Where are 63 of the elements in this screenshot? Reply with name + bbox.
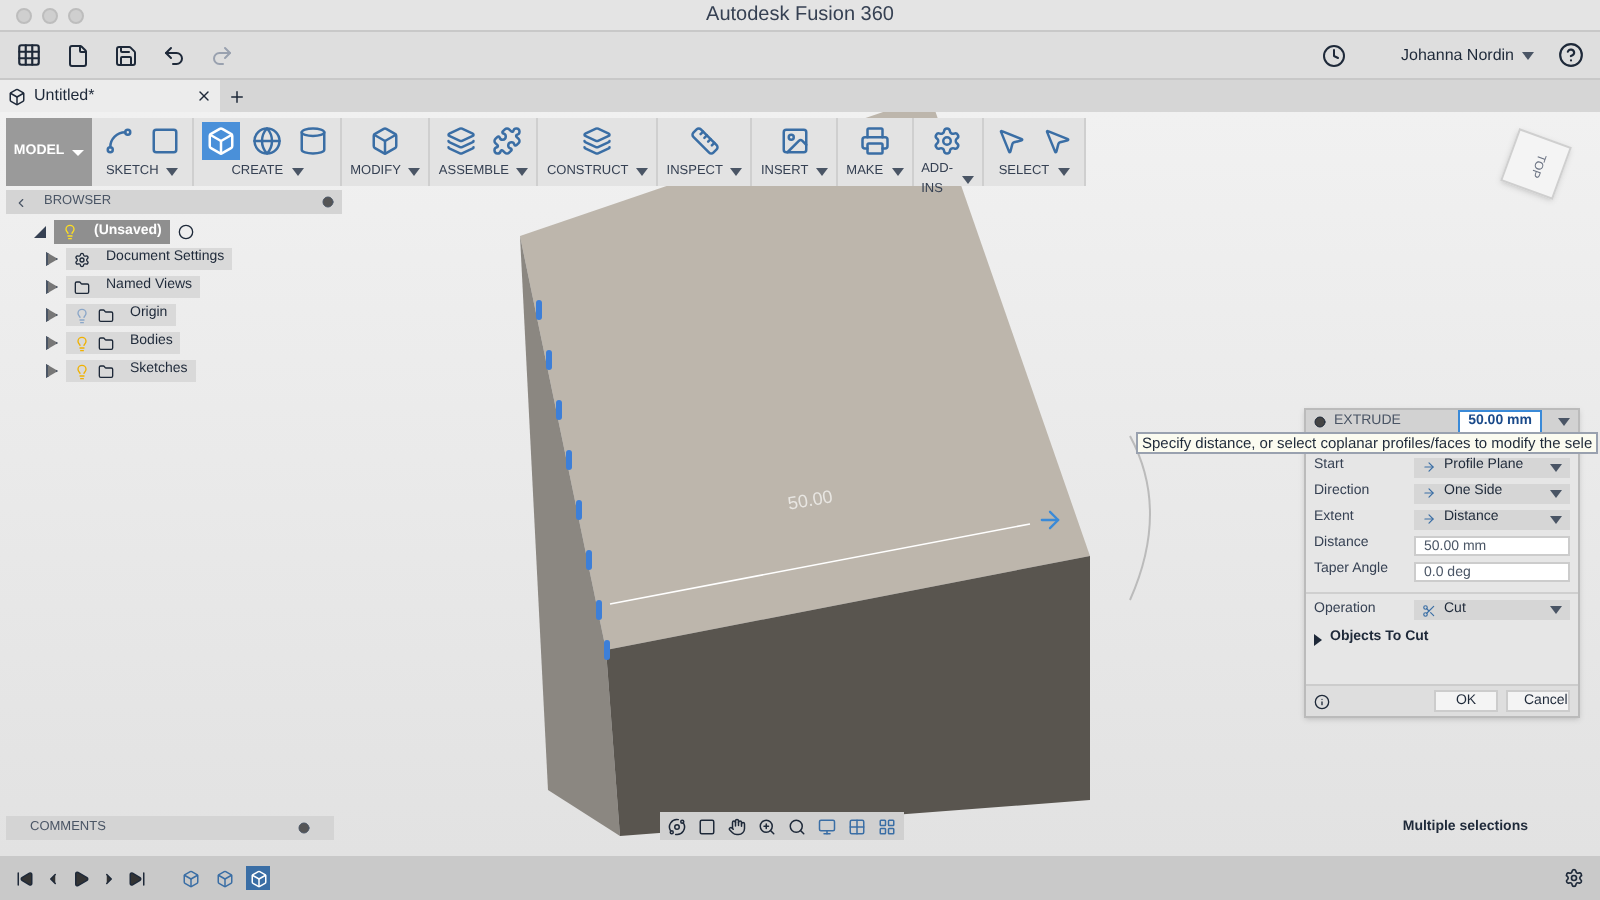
caret-icon — [166, 168, 179, 177]
window-title: Autodesk Fusion 360 — [706, 2, 894, 30]
caret-icon — [1550, 489, 1562, 497]
new-tab-icon[interactable] — [228, 87, 246, 105]
timeline-feature-icon[interactable] — [212, 866, 236, 890]
folder-icon — [98, 335, 114, 351]
caret-icon — [408, 168, 421, 177]
playback-icon[interactable] — [16, 869, 34, 887]
document-tab[interactable]: Untitled* — [0, 80, 220, 112]
folder-icon — [98, 307, 114, 323]
caret-icon — [962, 175, 974, 184]
tool-icon[interactable] — [441, 122, 480, 160]
navigation-tool-icon[interactable] — [668, 817, 686, 835]
timeline-feature-icon[interactable] — [178, 866, 202, 890]
tool-icon[interactable] — [855, 122, 894, 160]
tool-icon[interactable] — [578, 122, 617, 160]
caret-icon — [636, 168, 649, 177]
caret-icon — [816, 168, 829, 177]
expand-triangle-icon[interactable] — [1314, 633, 1322, 645]
collapse-icon[interactable] — [1314, 416, 1326, 428]
arrow-icon — [1422, 486, 1436, 500]
caret-icon — [516, 168, 529, 177]
caret-icon — [730, 168, 743, 177]
help-icon[interactable] — [1558, 42, 1584, 68]
clock-icon[interactable] — [1321, 43, 1346, 67]
pin-icon[interactable] — [298, 822, 310, 834]
navigation-tool-icon[interactable] — [698, 817, 716, 835]
caret-icon — [291, 168, 304, 177]
arrow-icon — [1422, 512, 1436, 526]
info-icon[interactable] — [1314, 693, 1330, 709]
document-icon — [8, 87, 26, 105]
timeline-feature-icon[interactable] — [246, 866, 270, 890]
arrow-icon — [1422, 460, 1436, 474]
navigation-tool-icon[interactable] — [728, 817, 746, 835]
close-icon[interactable] — [196, 88, 212, 104]
tool-icon[interactable] — [202, 122, 241, 160]
activate-icon[interactable] — [177, 224, 194, 240]
caret-icon — [1558, 418, 1570, 426]
pin-icon[interactable] — [322, 196, 334, 208]
gear-icon — [74, 251, 90, 267]
tab-title: Untitled* — [34, 84, 97, 108]
scissors-icon — [1422, 603, 1436, 617]
apps-grid-icon[interactable] — [16, 42, 42, 68]
caret-icon — [1522, 51, 1534, 59]
caret-icon — [891, 168, 904, 177]
file-icon[interactable] — [66, 43, 90, 67]
caret-icon — [1550, 515, 1562, 523]
tool-icon[interactable] — [685, 122, 724, 160]
folder-icon — [98, 363, 114, 379]
caret-icon — [1550, 463, 1562, 471]
folder-icon — [74, 279, 90, 295]
collapse-icon[interactable] — [14, 195, 28, 209]
navigation-tool-icon[interactable] — [788, 817, 806, 835]
user-menu[interactable]: Johanna Nordin — [1401, 43, 1534, 67]
undo-icon[interactable] — [162, 43, 186, 67]
tool-icon[interactable] — [487, 122, 526, 160]
settings-icon[interactable] — [1564, 868, 1584, 888]
playback-icon[interactable] — [128, 869, 146, 887]
caret-icon — [1550, 606, 1562, 614]
tool-icon[interactable] — [248, 122, 287, 160]
caret-icon — [1057, 168, 1070, 177]
navigation-tool-icon[interactable] — [758, 817, 776, 835]
save-icon[interactable] — [114, 43, 138, 67]
